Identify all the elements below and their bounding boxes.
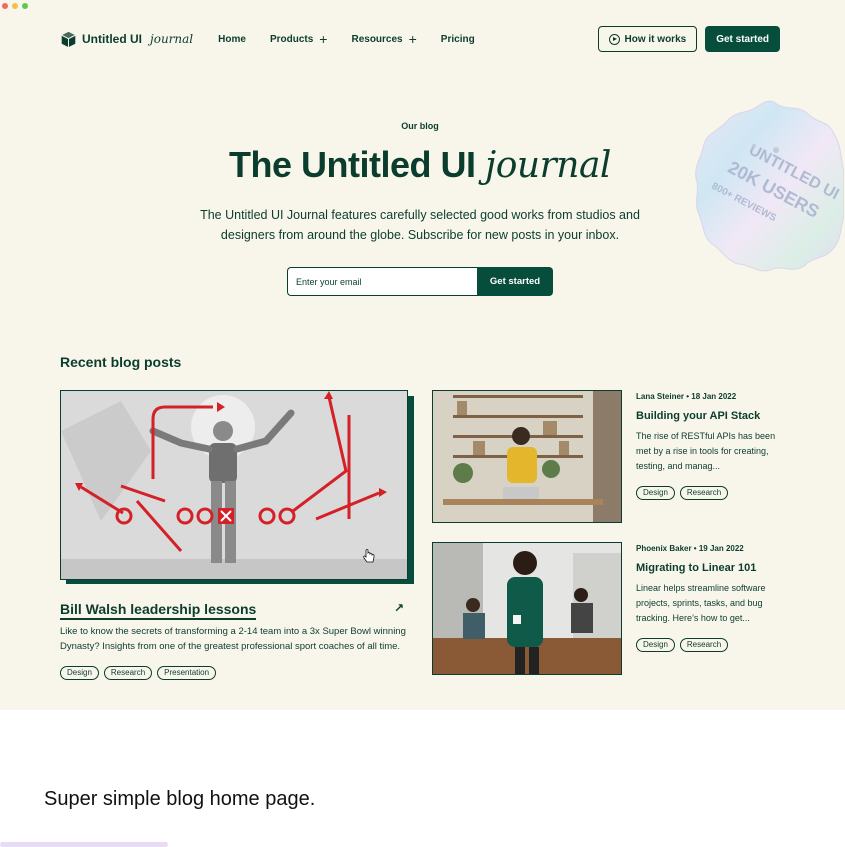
close-dot[interactable] — [2, 3, 8, 9]
tag-design[interactable]: Design — [60, 666, 99, 680]
caption-bar — [0, 842, 168, 847]
hero-title-italic: journal — [485, 145, 611, 186]
nav-links: Home Products + Resources + Pricing — [218, 31, 475, 47]
nav-link-pricing[interactable]: Pricing — [441, 34, 475, 45]
nav-link-resources[interactable]: Resources + — [351, 31, 417, 47]
post-1-description: The rise of RESTful APIs has been met by… — [636, 431, 776, 471]
featured-post-title[interactable]: Bill Walsh leadership lessons — [60, 601, 257, 620]
post-2-tags: Design Research — [636, 638, 729, 652]
hero-subtitle: The Untitled UI Journal features careful… — [200, 208, 640, 242]
plus-icon: + — [408, 31, 417, 47]
featured-post-image[interactable] — [60, 390, 408, 580]
caption-text: Super simple blog home page. — [44, 788, 316, 810]
tag-research[interactable]: Research — [679, 486, 729, 500]
subscribe-button[interactable]: Get started — [477, 267, 553, 296]
minimize-dot[interactable] — [12, 3, 18, 9]
woman-with-mug-photo — [433, 543, 621, 674]
logo-text: Untitled UI — [82, 32, 142, 46]
post-2-image[interactable] — [432, 542, 622, 675]
how-it-works-label: How it works — [624, 33, 687, 45]
subscribe-form: Get started — [287, 267, 553, 296]
cube-logo-icon — [61, 31, 76, 47]
get-started-button[interactable]: Get started — [705, 26, 780, 52]
arrow-up-right-icon[interactable]: ↗ — [394, 601, 404, 615]
users-reviews-badge: UNTITLED UI 20K USERS 800+ REVIEWS — [695, 100, 844, 272]
hand-cursor-icon — [363, 549, 375, 563]
featured-post-description: Like to know the secrets of transforming… — [60, 626, 406, 652]
tag-research[interactable]: Research — [679, 638, 729, 652]
nav-link-label: Resources — [351, 33, 403, 45]
post-1-meta: Lana Steiner • 18 Jan 2022 — [636, 392, 737, 401]
tag-presentation[interactable]: Presentation — [157, 666, 217, 680]
coach-play-illustration — [61, 391, 407, 579]
logo-italic-text: journal — [150, 32, 194, 46]
recent-posts-title: Recent blog posts — [60, 354, 182, 370]
email-input[interactable] — [287, 267, 477, 296]
post-2-description: Linear helps streamline software project… — [636, 583, 766, 623]
window-controls — [2, 3, 28, 9]
nav-link-products[interactable]: Products + — [269, 31, 328, 47]
post-1-image[interactable] — [432, 390, 622, 523]
blog-page: Untitled UI journal Home Products + Reso… — [0, 0, 845, 710]
post-1-title[interactable]: Building your API Stack — [636, 410, 760, 422]
nav-link-label: Pricing — [440, 33, 475, 45]
logo[interactable]: Untitled UI journal — [60, 31, 193, 48]
nav-actions: How it works Get started — [597, 26, 780, 52]
post-2-meta: Phoenix Baker • 19 Jan 2022 — [636, 544, 744, 553]
how-it-works-button[interactable]: How it works — [597, 26, 698, 52]
top-nav: Untitled UI journal Home Products + Reso… — [60, 26, 780, 52]
featured-post-tags: Design Research Presentation — [60, 666, 217, 680]
plus-icon: + — [319, 31, 328, 47]
play-icon — [608, 33, 620, 45]
post-2-title[interactable]: Migrating to Linear 101 — [636, 562, 756, 574]
tag-design[interactable]: Design — [636, 638, 675, 652]
woman-at-desk-photo — [433, 391, 621, 522]
post-1-tags: Design Research — [636, 486, 729, 500]
tag-research[interactable]: Research — [103, 666, 153, 680]
maximize-dot[interactable] — [22, 3, 28, 9]
nav-link-label: Home — [218, 33, 246, 45]
hero-title-main: The Untitled UI — [229, 144, 476, 185]
nav-link-label: Products — [269, 33, 314, 45]
nav-link-home[interactable]: Home — [218, 34, 246, 45]
tag-design[interactable]: Design — [636, 486, 675, 500]
